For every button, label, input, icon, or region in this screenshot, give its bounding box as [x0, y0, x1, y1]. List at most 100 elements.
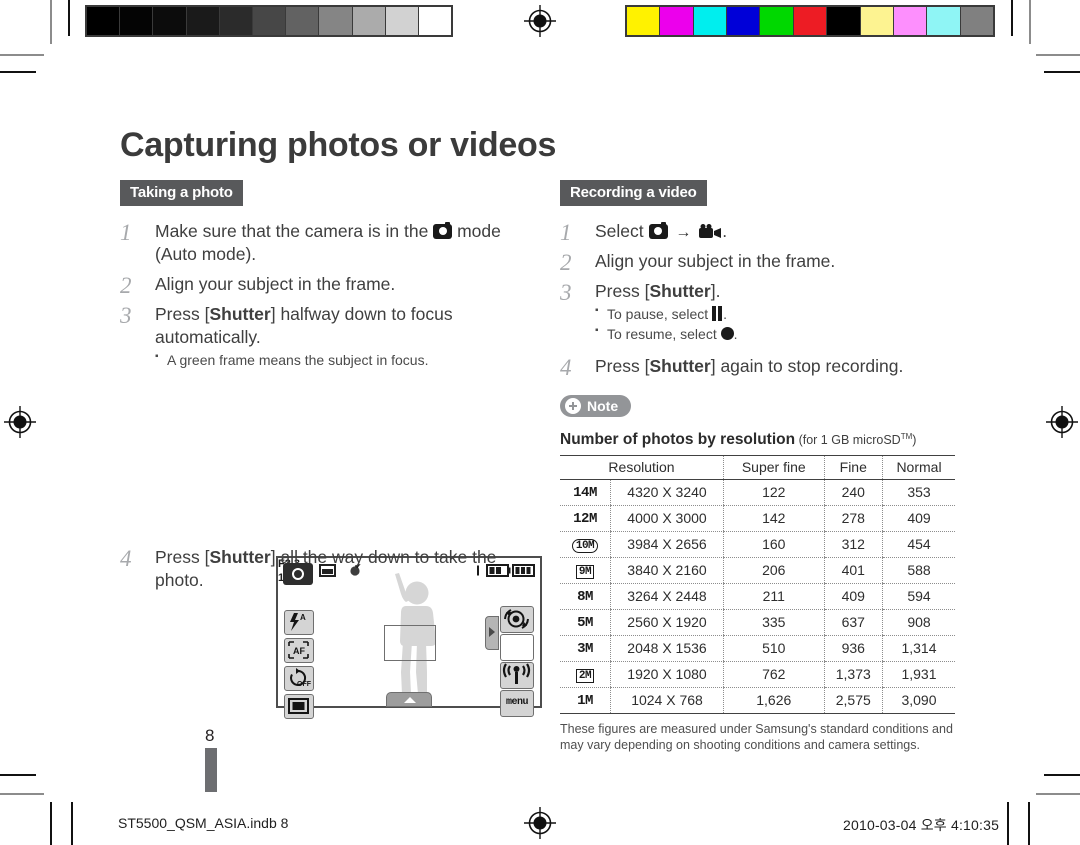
cell-super-fine: 335: [723, 609, 825, 636]
column-header-normal: Normal: [882, 454, 955, 480]
step-item: 1 Make sure that the camera is in the mo…: [120, 220, 520, 266]
cell-normal: 1,314: [882, 635, 955, 662]
left-column: Taking a photo 1 Make sure that the came…: [120, 180, 542, 719]
cell-normal: 1,931: [882, 661, 955, 688]
resolution-badge-icon: 12M: [560, 505, 611, 532]
cell-resolution: 3264 X 2448: [610, 583, 724, 610]
blank-button[interactable]: [500, 634, 534, 661]
focus-af-button[interactable]: AF: [284, 638, 314, 663]
page-title: Capturing photos or videos: [120, 125, 557, 164]
calibration-swatch: [352, 7, 386, 35]
pause-icon: [712, 306, 723, 322]
table-row: 12M 4000 X 3000 142 278 409: [560, 505, 955, 532]
step-text-part: ] again to stop recording.: [710, 356, 904, 377]
cell-fine: 409: [823, 583, 883, 610]
mpx-value: 1M: [577, 693, 593, 710]
column-header-fine: Fine: [823, 454, 883, 480]
resolution-table: Resolution Super fine Fine Normal 14M 43…: [560, 454, 955, 714]
mpx-label: 14M: [573, 485, 597, 501]
step-item: 3 Press [Shutter]. To pause, select . To…: [560, 280, 960, 344]
mpx-value: 8M: [577, 589, 593, 606]
cell-fine: 2,575: [823, 687, 883, 714]
table-caption-sub-after: ): [912, 432, 917, 447]
smart-auto-button[interactable]: [500, 606, 534, 633]
cell-fine: 1,373: [823, 661, 883, 688]
side-tab-handle[interactable]: [485, 616, 499, 650]
mpx-label: 1M: [577, 693, 593, 709]
crop-mark: [50, 0, 52, 44]
crop-mark: [1044, 774, 1080, 776]
resolution-badge-icon: 1M: [560, 687, 611, 714]
bottom-tab-handle[interactable]: [386, 692, 432, 707]
step-number: 3: [560, 280, 572, 306]
crop-mark: [68, 0, 70, 36]
cell-super-fine: 160: [723, 531, 825, 558]
cell-resolution: 3984 X 2656: [610, 531, 724, 558]
calibration-swatch: [693, 7, 728, 35]
mpx-label: 3M: [577, 641, 593, 657]
shutter-key-label: Shutter: [649, 356, 711, 377]
cell-normal: 908: [882, 609, 955, 636]
shutter-key-label: Shutter: [209, 547, 271, 568]
calibration-swatch: [252, 7, 287, 35]
arrow-right-icon: →: [675, 224, 692, 241]
grayscale-calibration-bar: [85, 5, 453, 37]
recording-a-video-steps: 1 Select → . 2 Align your subject in the…: [560, 220, 960, 380]
note-badge-label: Note: [587, 397, 619, 414]
step-text-part: Select: [595, 221, 644, 241]
registration-mark-left: [3, 405, 37, 439]
step-text: Align your subject in the frame.: [155, 274, 396, 295]
table-header: Resolution Super fine Fine Normal: [560, 454, 955, 480]
menu-button[interactable]: menu: [500, 690, 534, 717]
timer-off-button[interactable]: OFF: [284, 666, 314, 691]
table-row: 2M 1920 X 1080 762 1,373 1,931: [560, 661, 955, 688]
step-text-part: Press [: [595, 281, 650, 302]
step-number: 4: [560, 355, 572, 381]
resolution-badge-icon: 3M: [560, 635, 611, 662]
cell-super-fine: 762: [723, 661, 825, 688]
step-text-part: Press [: [155, 304, 210, 325]
mpx-value: 12M: [573, 511, 597, 528]
shake-reduction-button[interactable]: [500, 662, 534, 689]
step-number: 1: [120, 220, 132, 245]
calibration-swatch: [627, 7, 661, 35]
cell-fine: 637: [823, 609, 883, 636]
crop-mark: [50, 802, 52, 845]
table-caption-sub: (for 1 GB microSDTM): [795, 431, 917, 447]
calibration-swatch: [319, 7, 353, 35]
step-number: 1: [560, 220, 572, 245]
mpx-label: 10M: [571, 539, 599, 554]
cell-fine: 240: [823, 479, 883, 506]
step-text-part: Press [: [595, 356, 650, 377]
step-item: 3 Press [Shutter] halfway down to focus …: [120, 303, 520, 371]
registration-mark-top: [523, 4, 557, 38]
trademark-sup: TM: [900, 431, 913, 441]
crop-mark: [1007, 802, 1009, 845]
display-button[interactable]: [284, 694, 314, 719]
cell-normal: 409: [882, 505, 955, 532]
cell-resolution: 2560 X 1920: [610, 609, 724, 636]
cell-normal: 588: [882, 557, 955, 584]
cell-fine: 936: [823, 635, 883, 662]
cell-resolution: 1920 X 1080: [610, 661, 724, 688]
mpx-label: 2M: [575, 669, 595, 684]
calibration-swatch: [385, 7, 419, 35]
calibration-swatch: [286, 7, 320, 35]
cell-normal: 454: [882, 531, 955, 558]
calibration-swatch: [860, 7, 894, 35]
crop-mark: [1028, 802, 1030, 845]
mpx-value: 9M: [578, 566, 592, 579]
svg-text:A: A: [300, 613, 306, 622]
mpx-value: 10M: [575, 540, 595, 553]
taking-a-photo-steps: 1 Make sure that the camera is in the mo…: [120, 220, 520, 371]
step-bullets: A green frame means the subject in focus…: [155, 350, 520, 371]
table-row: 3M 2048 X 1536 510 936 1,314: [560, 635, 955, 662]
calibration-swatch: [960, 7, 993, 35]
table-caption: Number of photos by resolution (for 1 GB…: [560, 431, 960, 449]
table-row: 1M 1024 X 768 1,626 2,575 3,090: [560, 687, 955, 714]
table-row: 10M 3984 X 2656 160 312 454: [560, 531, 955, 558]
flash-auto-button[interactable]: A: [284, 610, 314, 635]
plus-circle-icon: [565, 397, 581, 414]
step-number: 4: [120, 546, 132, 572]
mpx-label: 5M: [577, 615, 593, 631]
